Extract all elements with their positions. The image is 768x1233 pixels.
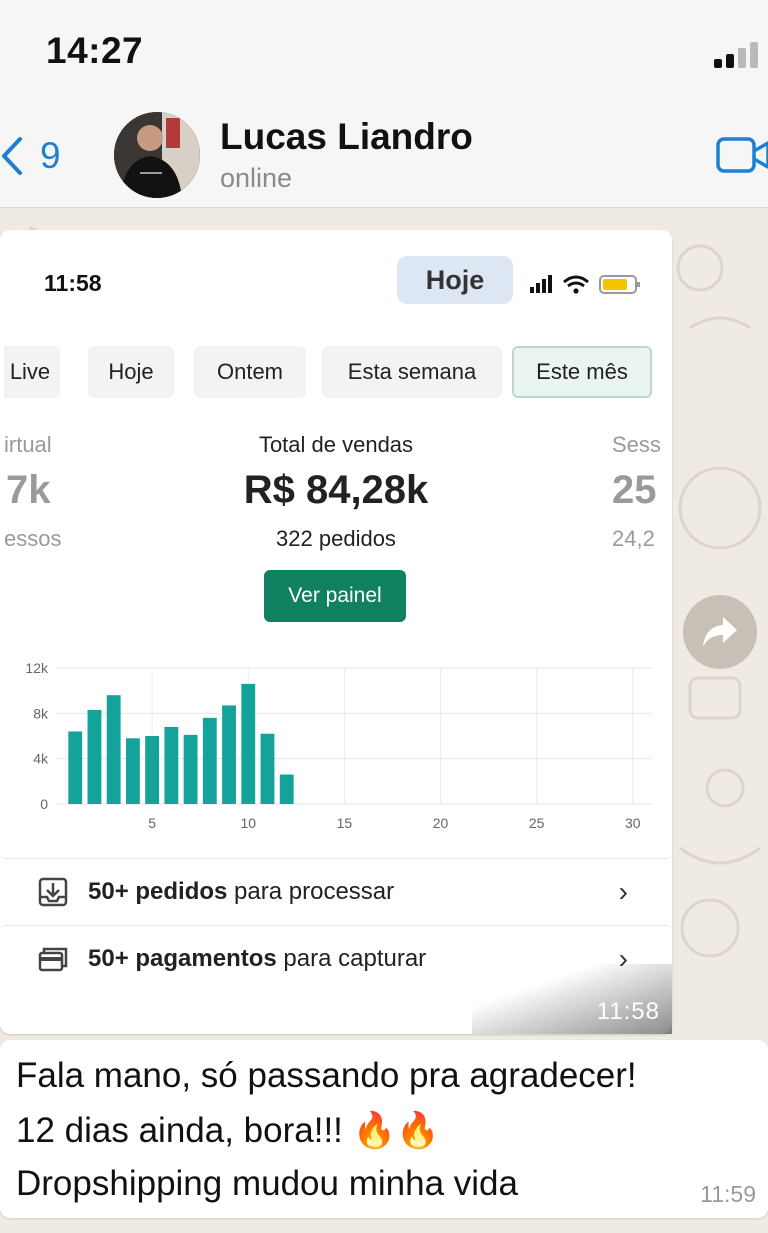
forward-arrow-icon [703,617,737,647]
chart-bar [183,734,198,804]
tab-ontem[interactable]: Ontem [194,346,306,398]
unread-count: 9 [40,135,61,176]
chart-y-tick-label: 12k [25,660,49,676]
chart-y-tick-label: 4k [33,751,49,767]
chart-x-tick-label: 30 [625,815,641,831]
payments-to-capture-label: 50+ pagamentos para capturar [88,944,427,972]
screenshot-status-icons [530,275,640,294]
chart-bar [241,683,256,804]
status-time: 14:27 [46,30,144,71]
avatar[interactable] [114,112,200,198]
total-sales-value: R$ 84,28k [243,468,429,512]
chart-bar [164,726,179,804]
contact-status: online [220,163,293,193]
chart-bar [125,738,140,804]
orders-to-process-label: 50+ pedidos para processar [88,877,395,905]
text-message[interactable]: Fala mano, só passando pra agradecer! 12… [0,1040,768,1218]
cell-signal-icon [714,40,760,68]
chart-y-tick-label: 8k [33,705,49,721]
screenshot-time: 11:58 [44,270,102,296]
tab-esta-semana[interactable]: Esta semana [322,346,502,398]
payment-card-icon [38,947,68,972]
message-line-1: Fala mano, só passando pra agradecer! [16,1056,637,1095]
date-chip: Hoje [397,256,513,304]
status-bar: 14:27 [0,0,768,100]
tab-hoje[interactable]: Hoje [88,346,174,398]
image-message-time: 11:58 [596,998,660,1025]
message-line-3: Dropshipping mudou minha vida [16,1164,518,1203]
shared-screenshot[interactable]: 11:58 Hoje Live Hoje Ontem Esta semana E… [4,236,668,1028]
chart-bar [68,731,83,804]
chart-x-tick-label: 20 [433,815,449,831]
chevron-left-icon [2,137,22,175]
video-camera-icon [716,137,768,173]
forward-button[interactable] [683,595,757,669]
image-message[interactable]: 11:58 Hoje Live Hoje Ontem Esta semana E… [0,230,672,1034]
total-orders: 322 pedidos [276,526,396,551]
download-box-icon [38,877,68,907]
chart-bar [260,733,275,804]
avatar-photo-icon [114,112,200,198]
tab-live[interactable]: Live [4,346,60,398]
chart-x-tick-label: 15 [337,815,353,831]
chat-header: 9 Lucas Liandro online [0,100,768,208]
chart-x-tick-label: 10 [240,815,256,831]
chart-bar [87,709,102,804]
video-call-button[interactable] [716,133,768,177]
orders-to-process-row[interactable]: 50+ pedidos para processar › [4,858,668,924]
chat-area[interactable]: 11:58 Hoje Live Hoje Ontem Esta semana E… [0,208,768,1233]
chart-x-tick-label: 5 [148,815,156,831]
tab-este-mes[interactable]: Este mês [512,346,652,398]
contact-name[interactable]: Lucas Liandro [220,116,473,158]
chart-bar [222,705,236,804]
view-dashboard-button[interactable]: Ver painel [264,570,406,622]
chart-bar [279,774,294,804]
chart-x-tick-label: 25 [529,815,545,831]
message-line-2: 12 dias ainda, bora!!! 🔥🔥 [16,1111,440,1150]
chart-bar [106,695,121,804]
sales-bar-chart: 0 4k 8k 12k 5 10 15 20 25 30 [25,660,652,831]
chart-y-tick-label: 0 [40,796,48,812]
text-message-time: 11:59 [700,1181,756,1207]
back-button[interactable]: 9 [0,132,70,180]
chart-bar [202,717,217,804]
chart-bar [145,736,160,804]
total-sales-title: Total de vendas [258,432,414,457]
chevron-right-icon: › [618,876,628,907]
